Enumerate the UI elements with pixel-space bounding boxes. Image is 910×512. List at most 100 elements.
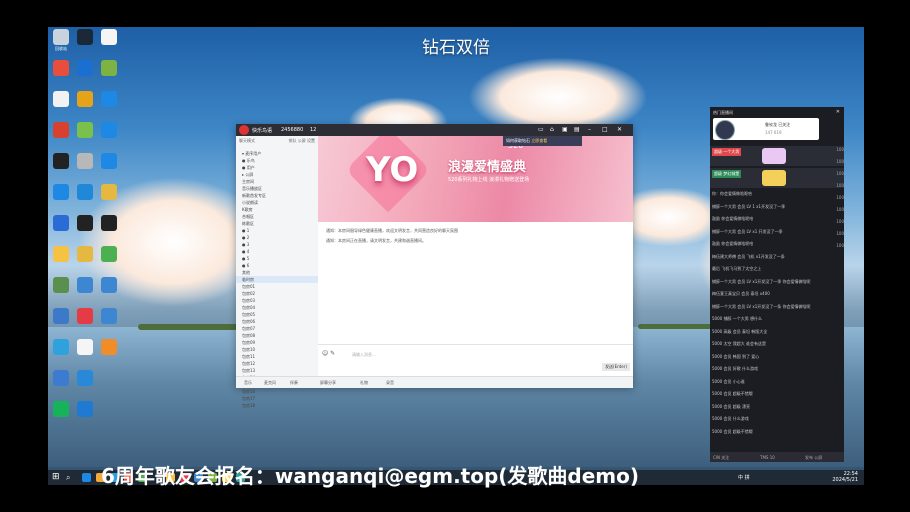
desktop-app-icon[interactable] (74, 308, 96, 325)
channel-item[interactable]: 包房10 (236, 346, 318, 353)
desktop-app-icon[interactable] (50, 91, 72, 108)
desktop-app-icon[interactable] (98, 215, 120, 232)
channel-item[interactable]: 包房07 (236, 325, 318, 332)
desktop-app-icon[interactable]: 回收站 (50, 29, 72, 52)
desktop-app-icon[interactable] (50, 246, 72, 263)
home-icon[interactable]: ⌂ (550, 126, 554, 133)
desktop-app-icon[interactable] (74, 339, 96, 356)
channel-item[interactable]: ▾ 麦序用户 (236, 150, 318, 157)
footer-item[interactable]: 发布 公屏 (805, 455, 822, 461)
send-button[interactable]: 发送(Enter) (602, 363, 630, 371)
channel-item[interactable]: 小说朗读 (236, 199, 318, 206)
channel-item[interactable]: ● 6 (236, 262, 318, 269)
desktop-app-icon[interactable] (50, 60, 72, 77)
emoji-icon[interactable]: ☺ ✎ (322, 350, 335, 357)
desktop-app-icon[interactable] (50, 122, 72, 139)
screen-share-button[interactable]: 屏幕分享 (320, 380, 336, 386)
channel-item[interactable]: ● 乐鸟 (236, 157, 318, 164)
diamond-popup[interactable]: 如何获取钻石 立即查看 (503, 136, 582, 146)
channel-item[interactable]: ● 2 (236, 234, 318, 241)
mic-button[interactable]: 麦克风 (264, 380, 276, 386)
channel-item[interactable]: 包房01 (236, 283, 318, 290)
desktop-app-icon[interactable] (98, 277, 120, 294)
desktop-app-icon[interactable] (98, 91, 120, 108)
channel-item[interactable]: 临时房 (236, 276, 318, 283)
clock[interactable]: 22:54 2024/5/21 (832, 471, 858, 483)
sidebar-tools[interactable]: 排队 公屏 设置 (288, 138, 315, 144)
channel-item[interactable]: 包房05 (236, 311, 318, 318)
desktop-app-icon[interactable] (74, 122, 96, 139)
gift-button[interactable]: 礼物 (360, 380, 368, 386)
desktop-app-icon[interactable] (74, 246, 96, 263)
desktop-app-icon[interactable] (98, 246, 120, 263)
channel-item[interactable]: 其他 (236, 269, 318, 276)
desktop-app-icon[interactable] (74, 60, 96, 77)
desktop-app-icon[interactable] (50, 401, 72, 418)
desktop-app-icon[interactable] (50, 339, 72, 356)
streamer-card[interactable]: 鲁钦龙 已关注 147 619 (713, 118, 819, 140)
accompany-button[interactable]: 伴奏 (290, 380, 298, 386)
channel-item[interactable]: 练歌区 (236, 220, 318, 227)
channel-item[interactable]: K歌房 (236, 206, 318, 213)
channel-item[interactable]: ● 5 (236, 255, 318, 262)
minimize-icon[interactable]: – (588, 126, 591, 133)
windows-start-icon[interactable]: ⊞ (52, 473, 61, 482)
desktop-app-icon[interactable] (50, 308, 72, 325)
desktop-app-icon[interactable] (74, 277, 96, 294)
desktop-app-icon[interactable] (50, 277, 72, 294)
channel-item[interactable]: 包房02 (236, 290, 318, 297)
desktop-app-icon[interactable] (74, 401, 96, 418)
footer-item[interactable]: TMS 10 (760, 455, 775, 460)
footer-item[interactable]: CIN 关注 (713, 455, 729, 461)
desktop-app-icon[interactable] (74, 370, 96, 387)
settings-icon[interactable]: ▤ (574, 126, 580, 133)
channel-item[interactable]: 包房03 (236, 297, 318, 304)
channel-item[interactable]: 包房06 (236, 318, 318, 325)
channel-item[interactable]: 合唱区 (236, 213, 318, 220)
input-method[interactable]: 中 拼 (738, 474, 750, 481)
channel-item[interactable]: 主房间 (236, 178, 318, 185)
channel-item[interactable]: ● 1 (236, 227, 318, 234)
desktop-app-icon[interactable] (98, 184, 120, 201)
channel-item[interactable]: ● 4 (236, 248, 318, 255)
desktop-app-icon[interactable] (98, 60, 120, 77)
popup-link[interactable]: 立即查看 (531, 138, 547, 143)
close-icon[interactable]: ✕ (617, 126, 622, 133)
channel-item[interactable]: 新歌首发专区 (236, 192, 318, 199)
desktop-app-icon[interactable] (50, 184, 72, 201)
channel-item[interactable]: 包房09 (236, 339, 318, 346)
search-icon[interactable]: ⌕ (66, 473, 75, 482)
message-input[interactable]: 请输入消息... (352, 352, 376, 358)
channel-item[interactable]: 包房17 (236, 395, 318, 402)
taskbar-app-icon[interactable] (82, 473, 91, 482)
desktop-app-icon[interactable] (50, 370, 72, 387)
desktop-app-icon[interactable] (98, 122, 120, 139)
desktop-app-icon[interactable] (50, 153, 72, 170)
channel-item[interactable]: ▸ 公屏 (236, 171, 318, 178)
channel-item[interactable]: 包房11 (236, 353, 318, 360)
skin-icon[interactable]: ▣ (562, 126, 568, 133)
desktop-app-icon[interactable] (98, 308, 120, 325)
desktop-app-icon[interactable] (98, 29, 120, 46)
music-button[interactable]: 音乐 (244, 380, 252, 386)
desktop-app-icon[interactable] (74, 29, 96, 46)
channel-item[interactable]: 包房08 (236, 332, 318, 339)
channel-item[interactable]: 包房18 (236, 402, 318, 409)
channel-item[interactable]: 包房12 (236, 360, 318, 367)
channel-item[interactable]: ● 用户 (236, 164, 318, 171)
desktop-app-icon[interactable] (74, 184, 96, 201)
channel-item[interactable]: 包房04 (236, 304, 318, 311)
desktop-app-icon[interactable] (74, 91, 96, 108)
maximize-icon[interactable]: □ (602, 126, 608, 133)
channel-item[interactable]: 包房13 (236, 367, 318, 374)
promo-banner[interactable]: YO 520 浪漫爱情盛典 520系列礼物上线 浪漫礼物赠送登场 如何获取钻石 … (318, 136, 633, 222)
desktop-app-icon[interactable] (98, 339, 120, 356)
channel-item[interactable]: 包房16 (236, 388, 318, 395)
record-button[interactable]: 录音 (386, 380, 394, 386)
desktop-app-icon[interactable] (74, 215, 96, 232)
room-avatar[interactable] (239, 125, 249, 135)
panel-close-icon[interactable]: ✕ (836, 109, 840, 115)
desktop-app-icon[interactable] (74, 153, 96, 170)
desktop-app-icon[interactable] (98, 153, 120, 170)
desktop-app-icon[interactable] (50, 215, 72, 232)
